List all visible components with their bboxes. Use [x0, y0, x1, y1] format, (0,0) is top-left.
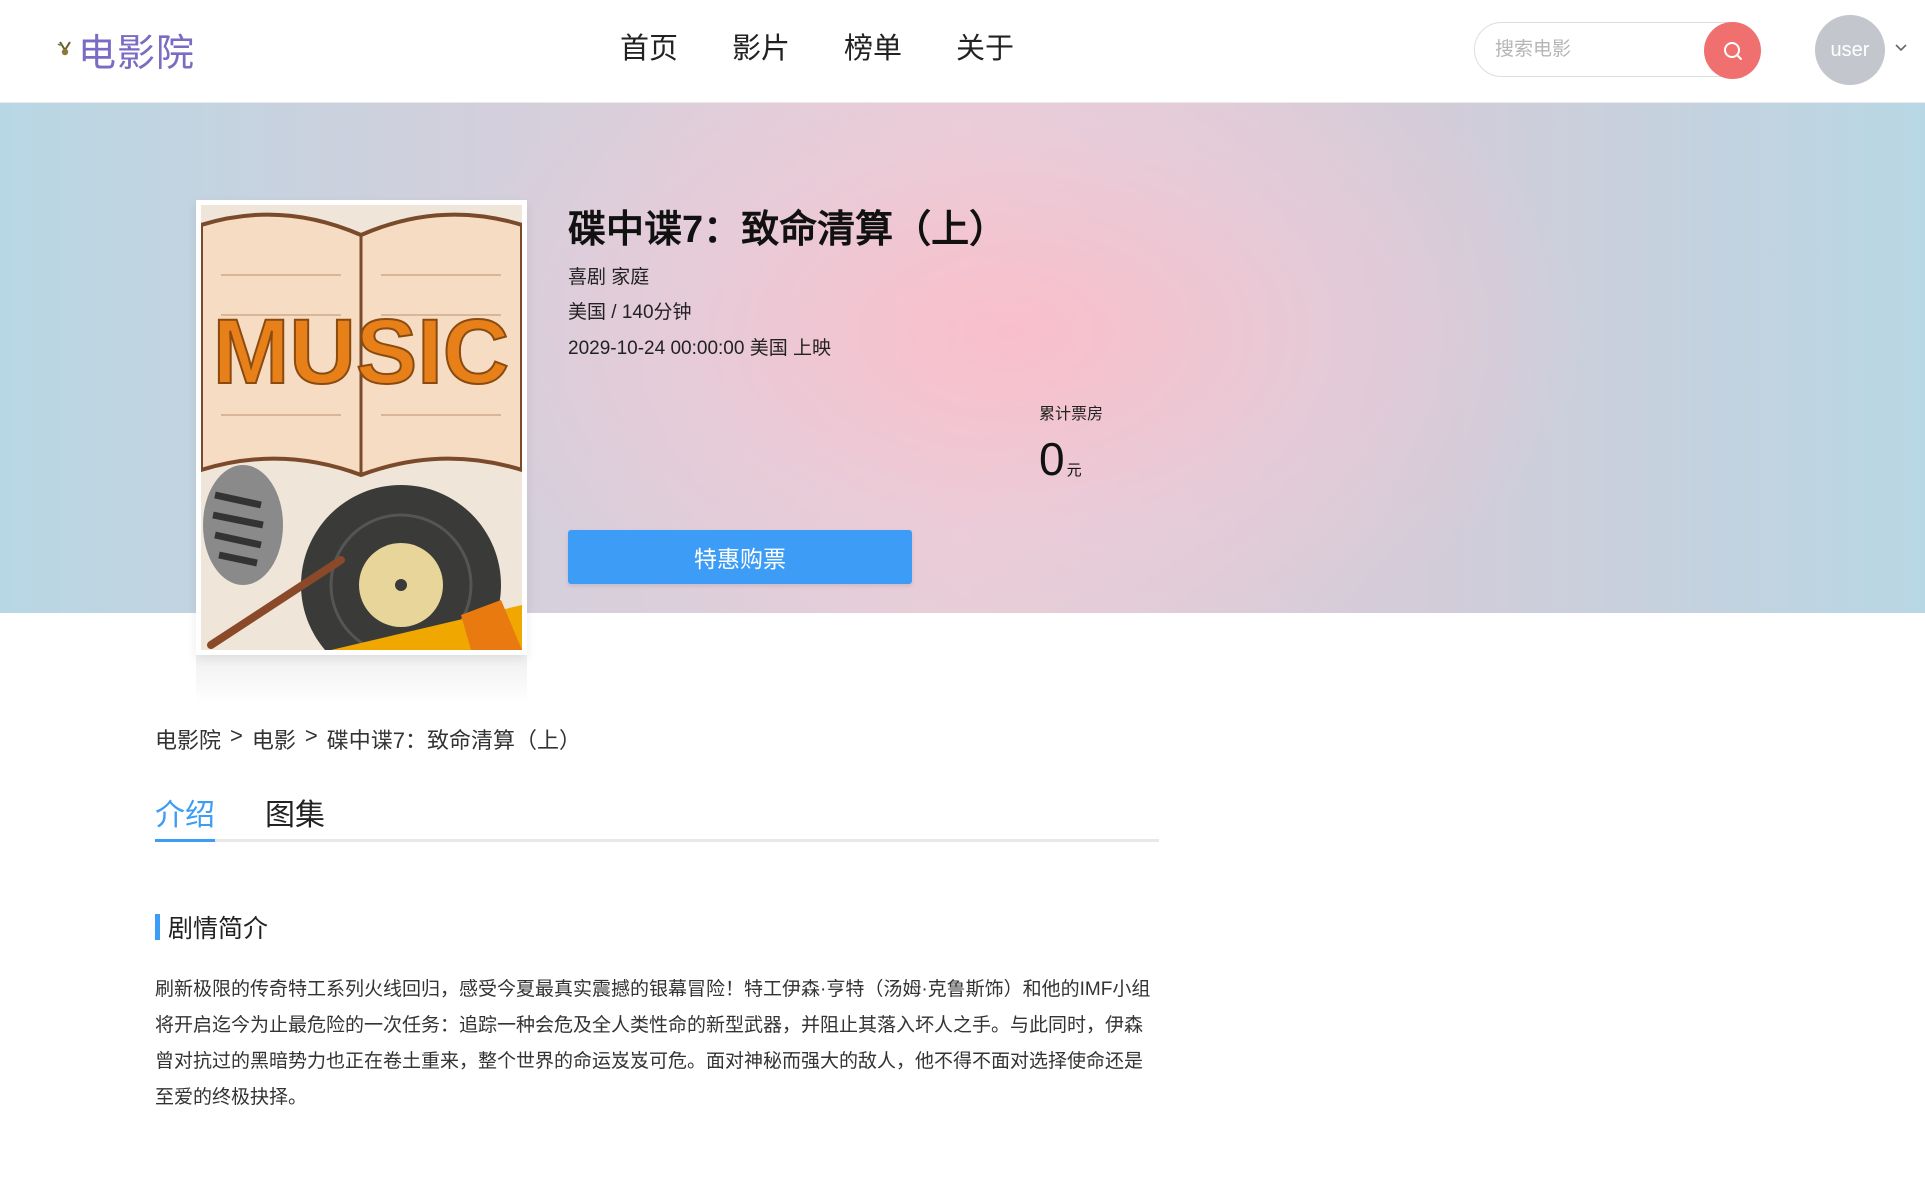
site-logo[interactable]: 电影院	[54, 24, 196, 75]
top-header: 电影院 首页 影片 榜单 关于 user	[0, 0, 1925, 103]
search-button[interactable]	[1704, 22, 1761, 79]
section-accent-bar	[155, 914, 160, 940]
detail-tabs: 介绍 图集	[155, 790, 1159, 842]
tab-intro[interactable]: 介绍	[155, 790, 215, 842]
movie-release: 2029-10-24 00:00:00 美国 上映	[568, 338, 831, 359]
synopsis-title: 剧情简介	[168, 915, 269, 943]
user-avatar[interactable]: user	[1815, 15, 1885, 85]
chevron-down-icon[interactable]	[1893, 40, 1909, 56]
breadcrumb: 电影院 > 电影 > 碟中谍7：致命清算（上）	[155, 723, 581, 755]
search-input[interactable]	[1495, 35, 1675, 65]
box-office-value: 0 元	[1039, 432, 1082, 486]
breadcrumb-current: 碟中谍7：致命清算（上）	[326, 728, 581, 753]
tab-gallery[interactable]: 图集	[265, 790, 325, 842]
logo-text: 电影院	[78, 32, 196, 75]
buy-ticket-button[interactable]: 特惠购票	[568, 530, 912, 584]
movie-title: 碟中谍7：致命清算（上）	[568, 209, 1008, 251]
nav-movies[interactable]: 影片	[732, 24, 790, 74]
box-office-unit: 元	[1066, 462, 1082, 479]
movie-genres: 喜剧 家庭	[568, 267, 650, 288]
synopsis-text: 刷新极限的传奇特工系列火线回归，感受今夏最真实震撼的银幕冒险！特工伊森·亨特（汤…	[155, 979, 1151, 1108]
nav-about[interactable]: 关于	[956, 24, 1014, 74]
box-office-number: 0	[1039, 433, 1065, 485]
nav-rankings[interactable]: 榜单	[844, 24, 902, 74]
breadcrumb-home[interactable]: 电影院	[155, 723, 221, 755]
poster-image: MUSIC	[199, 205, 524, 685]
main-nav: 首页 影片 榜单 关于	[620, 24, 1068, 74]
movie-poster[interactable]: MUSIC	[196, 200, 527, 685]
box-office-label: 累计票房	[1039, 406, 1104, 423]
nav-home[interactable]: 首页	[620, 24, 678, 74]
synopsis-heading: 剧情简介	[155, 912, 269, 943]
breadcrumb-separator: >	[304, 723, 318, 748]
poster-title: MUSIC	[213, 301, 509, 403]
breadcrumb-movies[interactable]: 电影	[252, 723, 296, 755]
logo-icon	[57, 41, 71, 56]
search-box	[1474, 22, 1761, 79]
breadcrumb-separator: >	[230, 723, 243, 748]
movie-country-duration: 美国 / 140分钟	[568, 302, 692, 323]
search-icon	[1723, 41, 1742, 60]
poster-reflection	[196, 655, 527, 705]
